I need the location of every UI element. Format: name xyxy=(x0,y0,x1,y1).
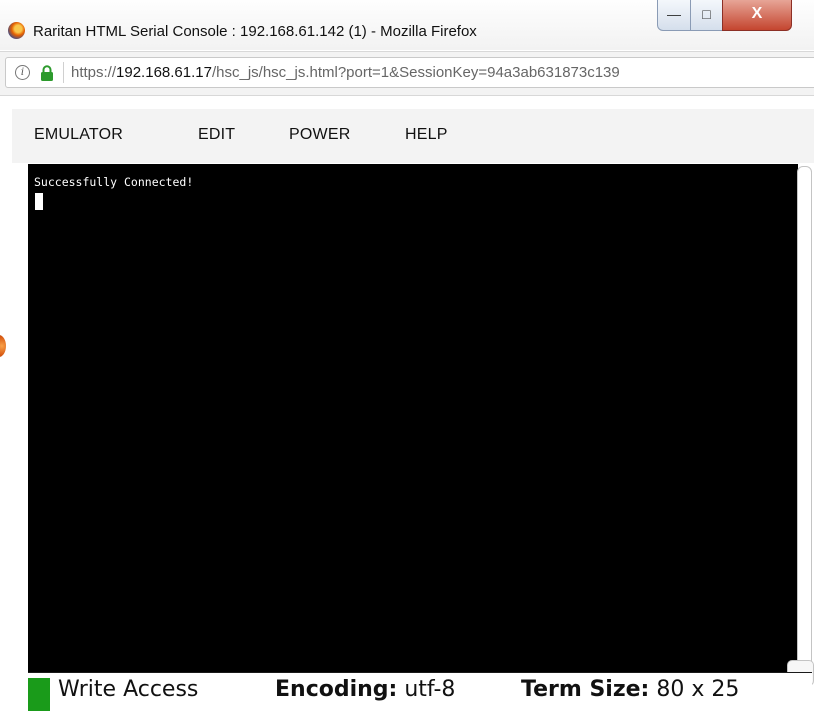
url-text[interactable]: https://192.168.61.17/hsc_js/hsc_js.html… xyxy=(71,64,620,81)
menu-help[interactable]: HELP xyxy=(405,126,448,144)
close-button[interactable]: X xyxy=(722,0,792,31)
menu-edit[interactable]: EDIT xyxy=(198,126,235,144)
window-controls: — □ X xyxy=(657,0,814,32)
background-app-icon xyxy=(0,335,6,357)
terminal-cursor xyxy=(35,193,43,210)
url-path: /hsc_js/hsc_js.html?port=1&SessionKey=94… xyxy=(211,64,620,81)
firefox-icon xyxy=(8,22,25,39)
url-field[interactable]: i https://192.168.61.17/hsc_js/hsc_js.ht… xyxy=(5,57,814,88)
minimize-icon: — xyxy=(667,6,681,22)
terminal-scrollbar[interactable] xyxy=(797,166,812,686)
url-scheme: https:// xyxy=(71,64,117,81)
terminal-output: Successfully Connected! xyxy=(34,175,194,189)
url-separator xyxy=(63,62,64,83)
maximize-button[interactable]: □ xyxy=(690,0,723,31)
access-status: Write Access xyxy=(58,677,199,702)
term-size-status: Term Size: 80 x 25 xyxy=(521,677,739,702)
background-window-edge xyxy=(0,150,12,710)
serial-console-page: EMULATOR EDIT POWER HELP Successfully Co… xyxy=(12,109,814,711)
address-bar: i https://192.168.61.17/hsc_js/hsc_js.ht… xyxy=(0,51,814,96)
window-title-bar[interactable]: Raritan HTML Serial Console : 192.168.61… xyxy=(0,0,814,50)
connection-status-indicator xyxy=(28,678,50,711)
encoding-status: Encoding: utf-8 xyxy=(275,677,455,702)
terminal-screen[interactable]: Successfully Connected! xyxy=(28,164,798,672)
status-bar: Write Access Encoding: utf-8 Term Size: … xyxy=(28,672,812,711)
encoding-label: Encoding: xyxy=(275,677,398,702)
console-menu-bar: EMULATOR EDIT POWER HELP xyxy=(12,109,814,163)
lock-icon[interactable] xyxy=(40,65,54,81)
minimize-button[interactable]: — xyxy=(657,0,691,31)
encoding-value: utf-8 xyxy=(404,677,456,702)
info-icon[interactable]: i xyxy=(15,65,30,80)
term-size-value: 80 x 25 xyxy=(656,677,740,702)
term-size-label: Term Size: xyxy=(521,677,650,702)
url-host: 192.168.61.17 xyxy=(116,64,212,81)
menu-emulator[interactable]: EMULATOR xyxy=(34,126,123,144)
close-icon: X xyxy=(751,5,763,22)
window-title: Raritan HTML Serial Console : 192.168.61… xyxy=(33,23,477,40)
menu-power[interactable]: POWER xyxy=(289,126,350,144)
maximize-icon: □ xyxy=(702,6,711,22)
